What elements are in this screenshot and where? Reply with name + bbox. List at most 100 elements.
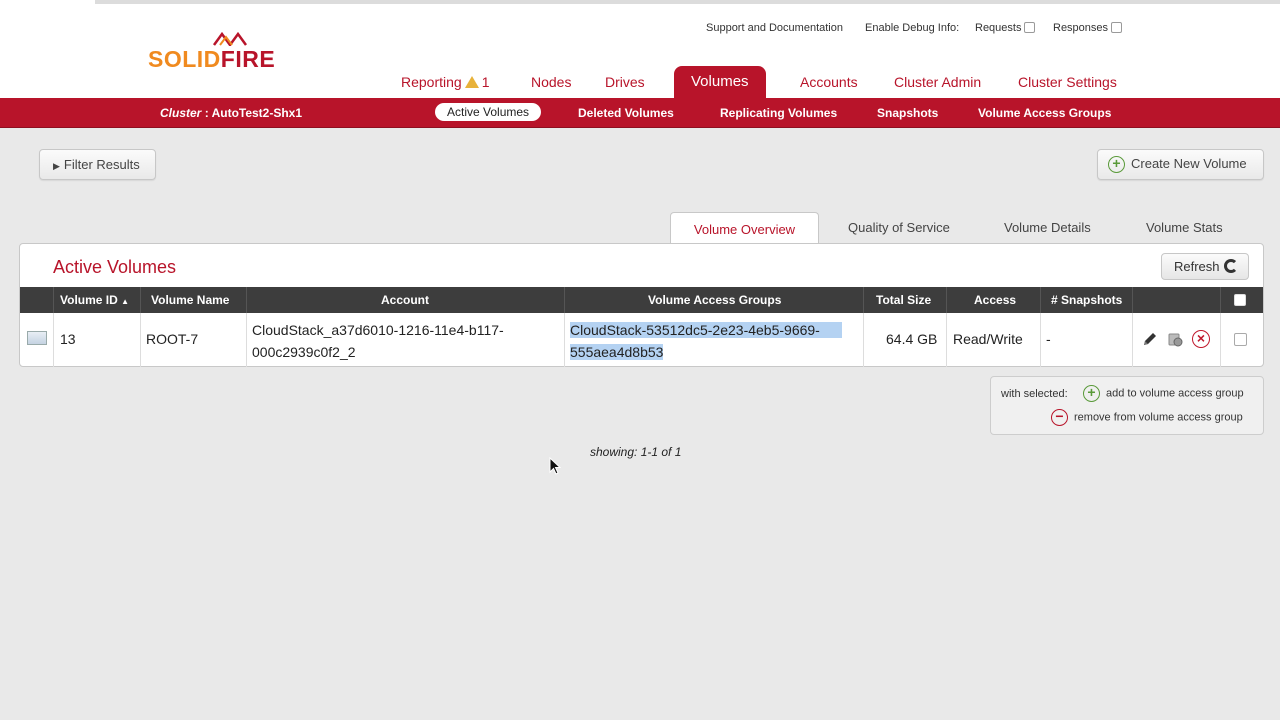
nav-cluster-settings[interactable]: Cluster Settings — [1018, 74, 1117, 90]
cell-volume-id: 13 — [60, 331, 76, 347]
clone-gear-icon[interactable] — [1167, 331, 1183, 347]
cell-divider — [53, 313, 54, 367]
subnav-deleted-volumes[interactable]: Deleted Volumes — [578, 106, 674, 120]
pagination-status: showing: 1-1 of 1 — [590, 445, 682, 459]
column-divider — [246, 287, 247, 313]
column-divider — [1220, 287, 1221, 313]
edit-pencil-icon[interactable] — [1142, 331, 1158, 347]
nav-reporting-label: Reporting — [401, 74, 462, 90]
solidfire-logo[interactable]: SOLIDFIRE — [148, 32, 276, 72]
sub-nav: Cluster : AutoTest2-Shx1 Active Volumes … — [0, 98, 1280, 128]
table-header: Volume ID ▲ Volume Name Account Volume A… — [20, 287, 1263, 313]
col-volume-access-groups[interactable]: Volume Access Groups — [648, 293, 781, 307]
panel-title: Active Volumes — [53, 257, 177, 277]
header: SOLIDFIRE Support and Documentation Enab… — [0, 0, 1280, 99]
cell-divider — [1132, 313, 1133, 367]
sort-up-icon: ▲ — [121, 297, 130, 306]
create-new-volume-label: Create New Volume — [1131, 156, 1247, 171]
cell-account-line1: CloudStack_a37d6010-1216-11e4-b117- — [252, 322, 504, 338]
cell-account: CloudStack_a37d6010-1216-11e4-b117- 000c… — [252, 319, 504, 363]
cell-volume-access-groups[interactable]: CloudStack-53512dc5-2e23-4eb5-9669- 555a… — [570, 319, 842, 363]
column-divider — [564, 287, 565, 313]
cell-total-size: 64.4 GB — [886, 331, 938, 347]
nav-accounts[interactable]: Accounts — [800, 74, 858, 90]
logo-text: SOLIDFIRE — [148, 46, 276, 72]
add-to-vag-label: add to volume access group — [1106, 387, 1244, 400]
minus-icon: − — [1051, 409, 1068, 426]
refresh-label: Refresh — [1174, 259, 1220, 274]
cell-snapshots: - — [1046, 331, 1051, 347]
refresh-button[interactable]: Refresh — [1161, 253, 1249, 280]
column-divider — [53, 287, 54, 313]
tab-quality-of-service[interactable]: Quality of Service — [848, 220, 950, 235]
support-link[interactable]: Support and Documentation — [706, 22, 843, 34]
responses-label: Responses — [1053, 22, 1109, 34]
column-divider — [1132, 287, 1133, 313]
responses-checkbox[interactable] — [1111, 22, 1123, 33]
requests-label: Requests — [975, 22, 1022, 34]
cell-divider — [1220, 313, 1221, 367]
table-row[interactable]: 13 ROOT-7 CloudStack_a37d6010-1216-11e4-… — [20, 313, 1263, 367]
add-to-vag-button[interactable]: + add to volume access group — [1083, 385, 1244, 402]
nav-reporting[interactable]: Reporting 1 — [401, 74, 490, 90]
cell-access: Read/Write — [953, 331, 1023, 347]
logo-mark-icon — [212, 32, 248, 46]
tab-volume-overview[interactable]: Volume Overview — [670, 212, 819, 244]
column-divider — [140, 287, 141, 313]
select-all-checkbox[interactable] — [1234, 294, 1246, 306]
cell-divider — [140, 313, 141, 367]
nav-reporting-count: 1 — [481, 74, 490, 90]
vag-line1: CloudStack-53512dc5-2e23-4eb5-9669- — [570, 322, 842, 338]
mouse-cursor-icon — [549, 457, 561, 475]
col-snapshots[interactable]: # Snapshots — [1051, 293, 1122, 307]
cell-account-line2: 000c2939c0f2_2 — [252, 344, 356, 360]
responses-toggle[interactable]: Responses — [1053, 22, 1123, 34]
with-selected-label: with selected: — [1001, 388, 1068, 400]
column-divider — [863, 287, 864, 313]
warning-icon — [464, 76, 479, 88]
active-volumes-panel: Active Volumes Refresh Volume ID ▲ Volum… — [19, 243, 1264, 367]
col-access[interactable]: Access — [974, 293, 1016, 307]
vag-line2: 555aea4d8b53 — [570, 344, 664, 360]
requests-checkbox[interactable] — [1024, 22, 1036, 33]
subnav-active-volumes[interactable]: Active Volumes — [435, 103, 542, 121]
cell-divider — [564, 313, 565, 367]
cell-volume-name: ROOT-7 — [146, 331, 199, 347]
tab-volume-details[interactable]: Volume Details — [1004, 220, 1091, 235]
subnav-volume-access-groups[interactable]: Volume Access Groups — [978, 106, 1111, 120]
subnav-snapshots[interactable]: Snapshots — [877, 106, 938, 120]
row-checkbox[interactable] — [1234, 333, 1247, 346]
remove-from-vag-button[interactable]: − remove from volume access group — [1051, 409, 1243, 426]
tab-volume-stats[interactable]: Volume Stats — [1146, 220, 1223, 235]
col-account[interactable]: Account — [381, 293, 429, 307]
cluster-label: Cluster — [160, 106, 202, 120]
nav-volumes[interactable]: Volumes — [674, 66, 766, 99]
with-selected-box: with selected: + add to volume access gro… — [990, 376, 1264, 435]
filter-results-label: Filter Results — [63, 157, 140, 172]
cluster-name: Cluster : AutoTest2-Shx1 — [160, 106, 302, 120]
cell-divider — [863, 313, 864, 367]
nav-nodes[interactable]: Nodes — [531, 74, 571, 90]
col-volume-id[interactable]: Volume ID ▲ — [60, 293, 129, 307]
debug-label: Enable Debug Info: — [865, 22, 960, 34]
nav-cluster-admin[interactable]: Cluster Admin — [894, 74, 981, 90]
top-strip — [95, 0, 1280, 4]
col-total-size[interactable]: Total Size — [876, 293, 931, 307]
nav-drives[interactable]: Drives — [605, 74, 645, 90]
delete-x-icon[interactable]: × — [1192, 330, 1210, 348]
refresh-icon — [1223, 259, 1238, 273]
cell-divider — [246, 313, 247, 367]
col-volume-name[interactable]: Volume Name — [151, 293, 229, 307]
cell-divider — [1040, 313, 1041, 367]
subnav-replicating-volumes[interactable]: Replicating Volumes — [720, 106, 837, 120]
cluster-value: : AutoTest2-Shx1 — [204, 106, 303, 120]
filter-results-button[interactable]: ▶ Filter Results — [39, 149, 156, 180]
requests-toggle[interactable]: Requests — [975, 22, 1036, 34]
volume-thumbnail-icon — [27, 331, 47, 345]
column-divider — [946, 287, 947, 313]
triangle-right-icon: ▶ — [53, 161, 60, 171]
create-new-volume-button[interactable]: + Create New Volume — [1097, 149, 1264, 180]
remove-from-vag-label: remove from volume access group — [1074, 411, 1243, 424]
column-divider — [1040, 287, 1041, 313]
plus-icon: + — [1108, 156, 1125, 174]
